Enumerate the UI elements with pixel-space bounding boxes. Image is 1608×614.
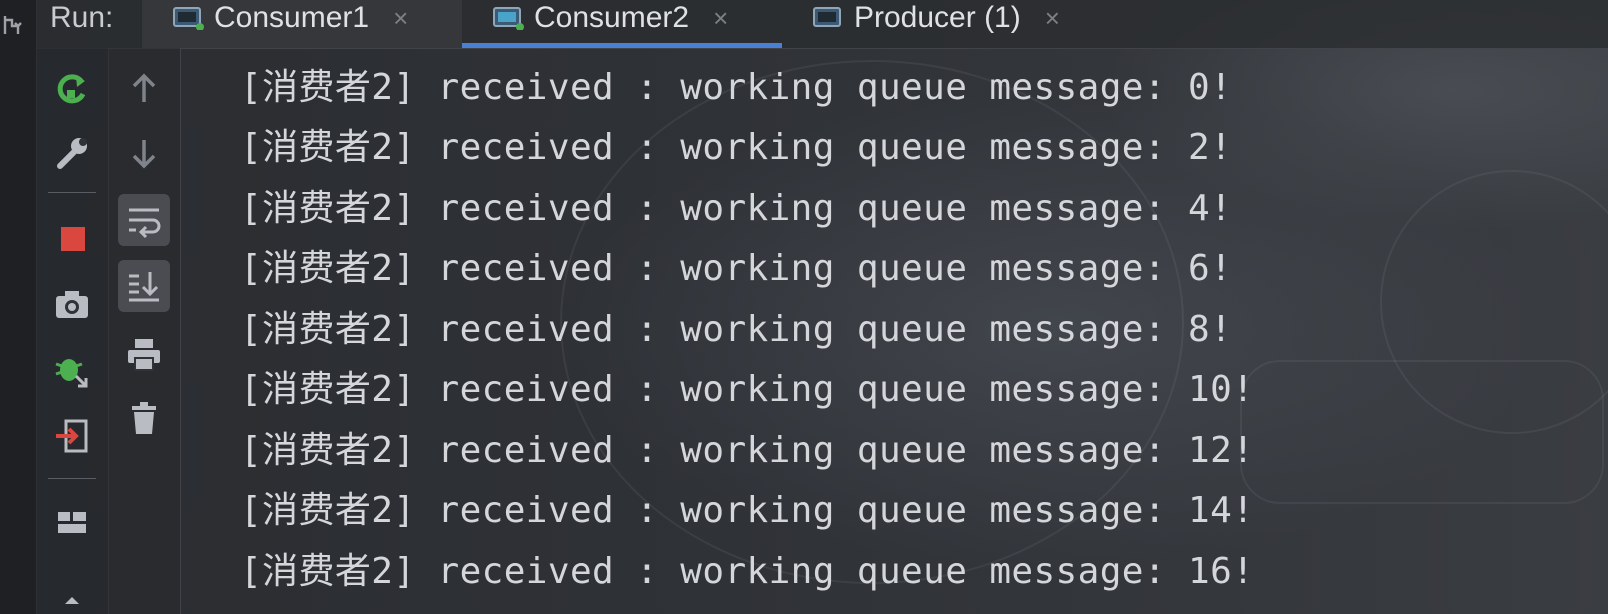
close-icon[interactable]: ×: [713, 3, 728, 34]
previous-occurrence-button[interactable]: [118, 62, 170, 114]
tab-title: Consumer1: [214, 1, 370, 34]
print-button[interactable]: [118, 328, 170, 380]
run-config-icon: [172, 6, 204, 31]
run-config-icon: [492, 6, 524, 31]
restore-layout-icon[interactable]: [2, 14, 24, 36]
stop-icon: [61, 227, 85, 251]
scroll-to-end-button[interactable]: [118, 260, 170, 312]
tab-title: Consumer2: [534, 1, 690, 34]
console-line: [消费者2] received : working queue message:…: [240, 309, 1233, 350]
scroll-to-end-icon: [129, 272, 159, 302]
stop-button[interactable]: [46, 212, 98, 264]
console-line: [消费者2] received : working queue message:…: [240, 67, 1233, 108]
soft-wrap-button[interactable]: [118, 194, 170, 246]
console-line: [消费者2] received : working queue message:…: [240, 369, 1255, 410]
tab-consumer1[interactable]: Consumer1 ×: [142, 0, 462, 48]
trash-icon: [132, 402, 156, 434]
debug-export-icon: [55, 359, 88, 388]
layout-button[interactable]: [46, 496, 98, 548]
caret-up-icon: [65, 597, 79, 604]
console-line: [消费者2] received : working queue message:…: [240, 188, 1233, 229]
run-tab-bar: Run: Consumer1 × Consumer2 × Producer (1…: [36, 0, 1608, 49]
debug-button[interactable]: [46, 344, 98, 396]
tab-title: Producer (1): [854, 1, 1021, 34]
down-arrow-icon: [132, 140, 156, 169]
rerun-icon: [57, 74, 86, 104]
console-line: [消费者2] received : working queue message:…: [240, 551, 1255, 592]
tab-producer[interactable]: Producer (1) ×: [782, 0, 1122, 48]
run-toolbar: [36, 48, 109, 614]
toolbar-separator: [48, 192, 96, 193]
exit-button[interactable]: [46, 410, 98, 462]
console-toolbar: [108, 48, 181, 614]
tab-consumer2[interactable]: Consumer2 ×: [462, 0, 782, 48]
screenshot-button[interactable]: [46, 278, 98, 330]
settings-button[interactable]: [46, 126, 98, 178]
soft-wrap-icon: [129, 208, 161, 239]
up-arrow-icon: [132, 73, 156, 102]
print-icon: [128, 339, 160, 371]
console-line: [消费者2] received : working queue message:…: [240, 127, 1233, 168]
console-output[interactable]: [消费者2] received : working queue message:…: [180, 48, 1608, 614]
console-line: [消费者2] received : working queue message:…: [240, 490, 1255, 531]
clear-all-button[interactable]: [118, 392, 170, 444]
toolbar-separator: [48, 478, 96, 479]
camera-icon: [56, 291, 88, 318]
close-icon[interactable]: ×: [1045, 3, 1060, 34]
console-line: [消费者2] received : working queue message:…: [240, 248, 1233, 289]
layout-icon: [58, 512, 86, 533]
left-edge-strip: [0, 0, 37, 614]
more-button[interactable]: [46, 574, 98, 614]
close-icon[interactable]: ×: [393, 3, 408, 34]
next-occurrence-button[interactable]: [118, 128, 170, 180]
run-label: Run:: [50, 1, 114, 34]
wrench-icon: [57, 138, 87, 169]
rerun-button[interactable]: [46, 62, 98, 114]
run-config-icon: [812, 6, 844, 30]
run-tool-window: Run: Consumer1 × Consumer2 × Producer (1…: [0, 0, 1608, 614]
console-line: [消费者2] received : working queue message:…: [240, 430, 1255, 471]
exit-icon: [56, 419, 88, 453]
